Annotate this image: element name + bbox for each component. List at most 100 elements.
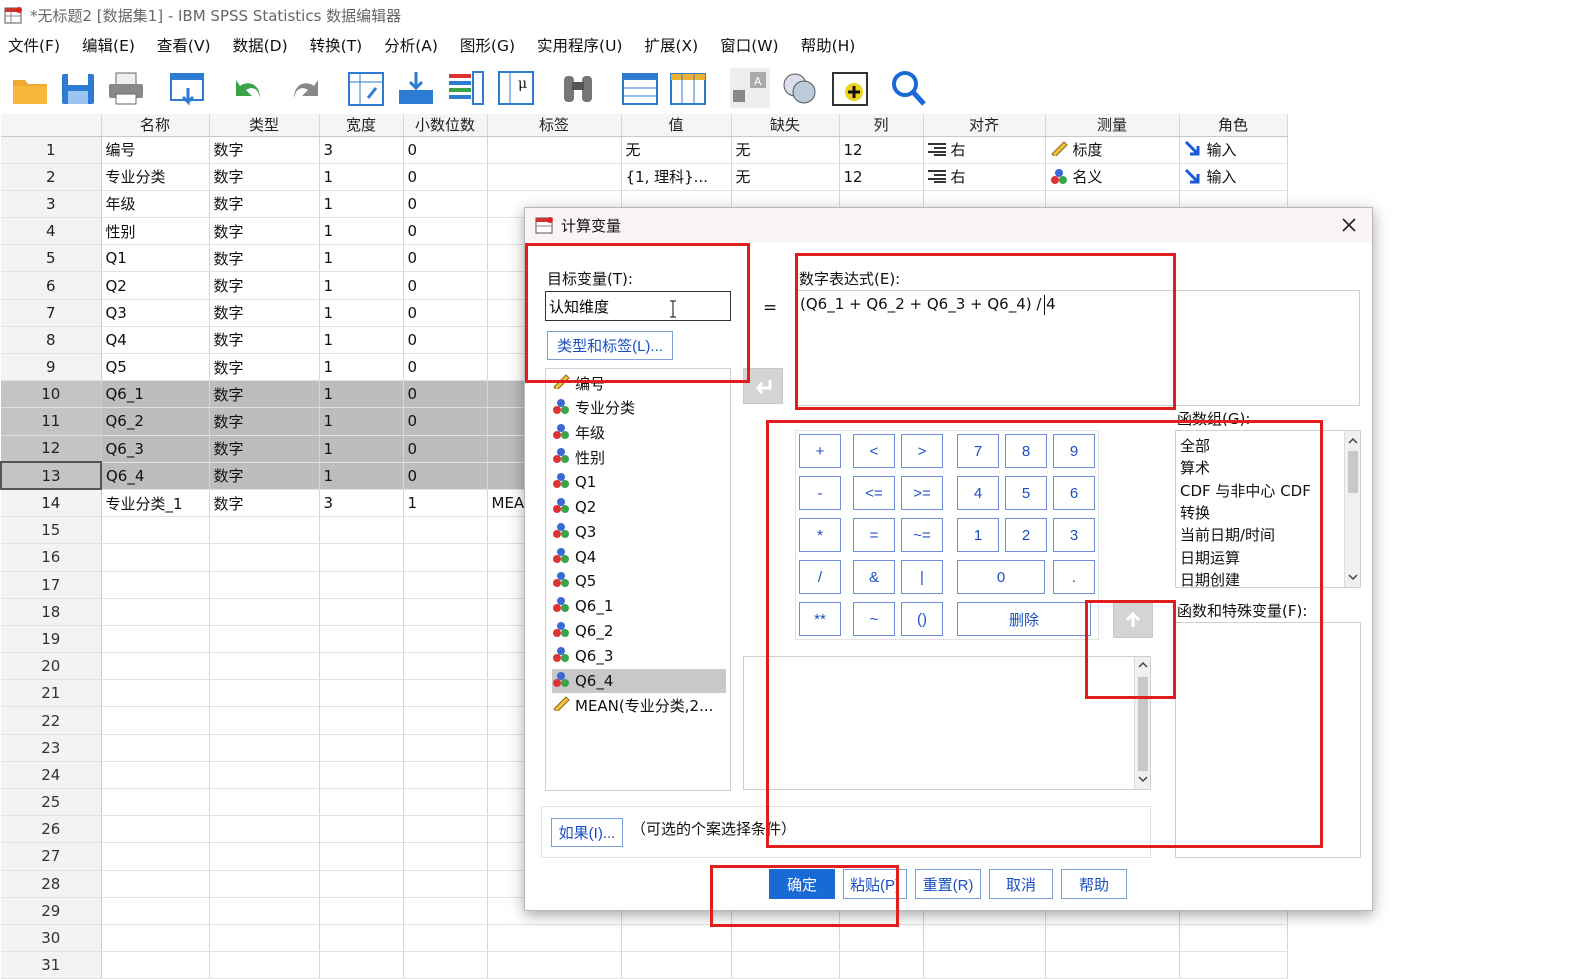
cell-decimals[interactable]: 0 xyxy=(403,326,488,355)
row-header[interactable]: 31 xyxy=(1,951,102,979)
cell-width[interactable]: 1 xyxy=(319,190,404,219)
functions-special-variables-list[interactable] xyxy=(1175,622,1361,858)
row-header[interactable]: 26 xyxy=(1,815,102,844)
cell-name[interactable]: 专业分类 xyxy=(101,163,210,191)
menu-edit[interactable]: 编辑(E) xyxy=(82,34,135,56)
empty-cell[interactable] xyxy=(1179,951,1288,979)
col-header-measure[interactable]: 测量 xyxy=(1045,114,1180,137)
goto-variable-icon[interactable] xyxy=(396,68,436,108)
variable-list-item[interactable]: 年级 xyxy=(552,421,726,445)
description-scrollbar[interactable] xyxy=(1134,657,1150,789)
cell-width[interactable]: 3 xyxy=(319,489,404,518)
empty-cell[interactable] xyxy=(209,598,320,626)
variable-list-item-scale[interactable]: MEAN(专业分类,2... xyxy=(552,693,726,717)
empty-cell[interactable] xyxy=(319,706,404,735)
empty-cell[interactable] xyxy=(101,815,210,844)
print-icon[interactable] xyxy=(106,68,146,108)
col-header-decimals[interactable]: 小数位数 xyxy=(403,114,488,137)
function-group-item[interactable]: CDF 与非中心 CDF xyxy=(1180,480,1311,501)
cell-name[interactable]: 年级 xyxy=(101,190,210,219)
empty-cell[interactable] xyxy=(101,571,210,599)
empty-cell[interactable] xyxy=(209,951,320,979)
cell-decimals[interactable]: 0 xyxy=(403,136,488,164)
col-header-role[interactable]: 角色 xyxy=(1179,114,1288,137)
cell-width[interactable]: 1 xyxy=(319,326,404,355)
cell-width[interactable]: 3 xyxy=(319,136,404,164)
keypad-button[interactable]: + xyxy=(799,434,841,468)
ok-button[interactable]: 确定 xyxy=(769,869,835,899)
cell-decimals[interactable]: 0 xyxy=(403,353,488,382)
paste-button[interactable]: 粘贴(P) xyxy=(843,869,907,899)
empty-cell[interactable] xyxy=(101,706,210,735)
row-header[interactable]: 12 xyxy=(1,435,102,463)
empty-cell[interactable] xyxy=(209,815,320,844)
empty-cell[interactable] xyxy=(403,679,488,708)
use-variable-sets-icon[interactable] xyxy=(830,68,870,108)
cell-width[interactable]: 1 xyxy=(319,353,404,382)
cell-label[interactable] xyxy=(487,136,622,164)
empty-cell[interactable] xyxy=(403,870,488,898)
variable-list-item[interactable]: Q6_4 xyxy=(552,668,726,693)
keypad-button[interactable]: ~= xyxy=(901,518,943,552)
keypad-button[interactable]: . xyxy=(1053,560,1095,594)
cell-name[interactable]: Q1 xyxy=(101,244,210,273)
empty-cell[interactable] xyxy=(101,924,210,953)
variable-list[interactable]: 编号 专业分类 年级 性别 Q1 Q2 Q3 Q4 Q5 Q6_1 Q6_2 Q6_3 Q6_4 MEAN… xyxy=(545,368,731,791)
empty-cell[interactable] xyxy=(101,788,210,817)
function-group-item[interactable]: 全部 xyxy=(1180,435,1210,456)
variable-list-item[interactable]: 专业分类 xyxy=(552,396,726,420)
function-group-scrollbar[interactable] xyxy=(1344,431,1360,587)
keypad-button[interactable]: - xyxy=(799,476,841,510)
variable-list-item[interactable]: Q4 xyxy=(552,545,726,569)
empty-cell[interactable] xyxy=(101,652,210,681)
empty-cell[interactable] xyxy=(319,951,404,979)
variable-list-item[interactable]: Q6_3 xyxy=(552,644,726,668)
row-header[interactable]: 23 xyxy=(1,734,102,762)
keypad-button[interactable]: * xyxy=(799,518,841,552)
split-file-icon[interactable]: A xyxy=(730,68,770,108)
row-header[interactable]: 3 xyxy=(1,190,102,219)
variable-list-item[interactable]: Q1 xyxy=(552,470,726,494)
cell-type[interactable]: 数字 xyxy=(209,353,320,382)
empty-cell[interactable] xyxy=(403,598,488,626)
cell-width[interactable]: 1 xyxy=(319,217,404,246)
empty-cell[interactable] xyxy=(209,842,320,871)
keypad-button[interactable]: () xyxy=(901,602,943,636)
empty-cell[interactable] xyxy=(621,924,732,953)
variable-list-item[interactable]: Q3 xyxy=(552,520,726,544)
empty-cell[interactable] xyxy=(319,761,404,790)
corner-cell[interactable] xyxy=(1,114,102,137)
keypad-button[interactable]: ~ xyxy=(853,602,895,636)
type-and-label-button[interactable]: 类型和标签(L)... xyxy=(547,331,673,360)
empty-cell[interactable] xyxy=(403,734,488,762)
insert-cases-icon[interactable] xyxy=(620,68,660,108)
cell-name[interactable]: Q4 xyxy=(101,326,210,355)
menu-graphs[interactable]: 图形(G) xyxy=(460,34,515,56)
row-header[interactable]: 27 xyxy=(1,842,102,871)
row-header[interactable]: 15 xyxy=(1,516,102,545)
cell-width[interactable]: 1 xyxy=(319,407,404,436)
row-header[interactable]: 13 xyxy=(0,461,102,491)
row-header[interactable]: 17 xyxy=(1,571,102,599)
cell-decimals[interactable]: 0 xyxy=(403,244,488,273)
cell-decimals[interactable]: 0 xyxy=(403,299,488,327)
col-header-columns[interactable]: 列 xyxy=(839,114,924,137)
empty-cell[interactable] xyxy=(101,679,210,708)
empty-cell[interactable] xyxy=(403,924,488,953)
reset-button[interactable]: 重置(R) xyxy=(915,869,981,899)
row-header[interactable]: 5 xyxy=(1,244,102,273)
row-header[interactable]: 11 xyxy=(1,407,102,436)
cell-columns[interactable]: 12 xyxy=(839,136,924,164)
move-to-expression-button[interactable] xyxy=(743,368,783,404)
menu-window[interactable]: 窗口(W) xyxy=(720,34,778,56)
empty-cell[interactable] xyxy=(839,924,924,953)
keypad-button[interactable]: 9 xyxy=(1053,434,1095,468)
empty-cell[interactable] xyxy=(319,870,404,898)
cell-type[interactable]: 数字 xyxy=(209,407,320,436)
row-header[interactable]: 29 xyxy=(1,897,102,925)
row-header[interactable]: 16 xyxy=(1,543,102,572)
empty-cell[interactable] xyxy=(209,897,320,925)
search-icon[interactable] xyxy=(888,68,928,108)
empty-cell[interactable] xyxy=(209,652,320,681)
empty-cell[interactable] xyxy=(839,951,924,979)
